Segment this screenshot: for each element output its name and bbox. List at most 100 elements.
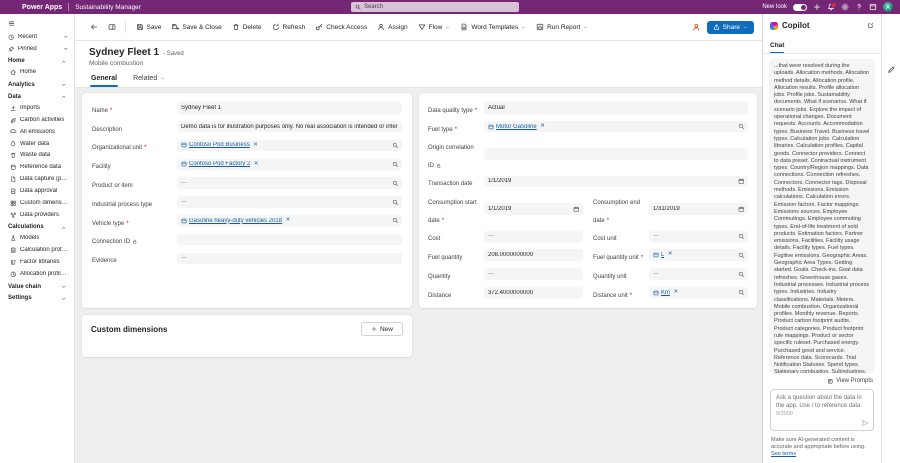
tab-general[interactable]: General: [89, 73, 119, 87]
remove-icon[interactable]: ✕: [668, 252, 673, 258]
sidebar-item-calculation-profiles[interactable]: Calculation profiles: [0, 244, 74, 256]
field-facility[interactable]: Contoso Pod Factory 2✕: [177, 159, 402, 171]
sidebar-item-data-capture-preview[interactable]: Data capture (preview): [0, 173, 74, 185]
field-distance[interactable]: 372.4000000000: [484, 287, 583, 299]
field-industrial-process-type[interactable]: ---: [177, 196, 402, 208]
field-organizational-unit[interactable]: Contoso Pod Business✕: [177, 140, 402, 152]
lookup-pill[interactable]: Motor Gasoline✕: [488, 124, 545, 130]
new-chat-icon[interactable]: [867, 22, 874, 29]
field-quantity[interactable]: ---: [484, 268, 583, 280]
sidebar-item-home[interactable]: Home: [0, 67, 74, 79]
calendar-icon[interactable]: [570, 206, 580, 213]
search-icon[interactable]: [735, 252, 745, 259]
sidebar-item-reference-data[interactable]: Reference data: [0, 161, 74, 173]
nav-toggle-button[interactable]: [0, 17, 74, 31]
lookup-link[interactable]: Km: [661, 290, 670, 296]
lookup-pill[interactable]: L✕: [653, 252, 672, 258]
field-cost[interactable]: ---: [484, 231, 583, 243]
word-templates-button[interactable]: Word Templates: [456, 20, 531, 34]
field-cost-unit[interactable]: ---: [649, 231, 748, 243]
field-fuel-type[interactable]: Motor Gasoline✕: [484, 121, 748, 133]
remove-icon[interactable]: ✕: [253, 143, 258, 149]
refresh-button[interactable]: Refresh: [267, 20, 310, 34]
sidebar-group-data[interactable]: Data: [0, 90, 74, 102]
copilot-rail-icon[interactable]: [887, 66, 895, 74]
sidebar-item-water-data[interactable]: Water data: [0, 138, 74, 150]
remove-icon[interactable]: ✕: [674, 290, 679, 296]
field-transaction-date[interactable]: 1/1/2019: [484, 176, 748, 188]
remove-icon[interactable]: ✕: [540, 124, 545, 130]
search-icon[interactable]: [389, 161, 399, 168]
search-icon[interactable]: [389, 180, 399, 187]
tab-related[interactable]: Related: [131, 73, 167, 87]
back-button[interactable]: [85, 20, 102, 34]
remove-icon[interactable]: ✕: [286, 218, 291, 224]
lookup-link[interactable]: Gasoline heavy-duty vehicles 2018: [189, 218, 282, 224]
check-access-button[interactable]: Check Access: [311, 20, 372, 34]
field-fuel-quantity[interactable]: 208.0000000000: [484, 249, 583, 261]
sidebar-item-custom-dimensions[interactable]: Custom dimensions: [0, 197, 74, 209]
sidebar-item-all-emissions[interactable]: All emissions: [0, 126, 74, 138]
new-custom-dimension-button[interactable]: New: [361, 322, 403, 336]
environment-name[interactable]: Sustainability Manager: [75, 4, 141, 11]
delete-button[interactable]: Delete: [227, 20, 266, 34]
sidebar-group-settings[interactable]: Settings: [0, 292, 74, 304]
assign-button[interactable]: Assign: [373, 20, 413, 34]
field-description[interactable]: Demo data is for illustration purposes o…: [177, 121, 402, 133]
search-icon[interactable]: [389, 199, 399, 206]
field-quantity-unit[interactable]: ---: [649, 268, 748, 280]
lookup-link[interactable]: Motor Gasoline: [496, 124, 537, 130]
field-connection-id[interactable]: [177, 234, 402, 246]
save-close-button[interactable]: Save & Close: [167, 20, 226, 34]
lookup-link[interactable]: Contoso Pod Business: [189, 142, 250, 148]
sidebar-item-allocation-profiles-p[interactable]: Allocation profiles (p...: [0, 268, 74, 280]
search-icon[interactable]: [389, 217, 399, 224]
global-search-box[interactable]: Search: [351, 2, 519, 12]
new-look-toggle[interactable]: [793, 4, 807, 11]
calendar-icon[interactable]: [735, 206, 745, 213]
see-terms-link[interactable]: See terms: [771, 451, 796, 457]
sidebar-group-home[interactable]: Home: [0, 55, 74, 67]
search-icon[interactable]: [735, 233, 745, 240]
copilot-message-area[interactable]: ...that were resolved during the uploads…: [763, 54, 881, 375]
calendar-icon[interactable]: [735, 178, 745, 185]
sidebar-item-carbon-activities[interactable]: Carbon activities: [0, 114, 74, 126]
sidebar-item-waste-data[interactable]: Waste data: [0, 149, 74, 161]
sidebar-item-pinned[interactable]: Pinned: [0, 43, 74, 55]
field-consumption-end-date[interactable]: 1/31/2019: [649, 203, 748, 215]
sidebar-item-factor-libraries[interactable]: Factor libraries: [0, 256, 74, 268]
settings-gear-icon[interactable]: [841, 3, 849, 11]
search-icon[interactable]: [735, 123, 745, 130]
field-product-or-item[interactable]: ---: [177, 177, 402, 189]
lookup-link[interactable]: L: [661, 252, 664, 258]
field-fuel-quantity-unit[interactable]: L✕: [649, 249, 748, 261]
side-pane-button[interactable]: [103, 20, 120, 34]
lookup-pill[interactable]: Contoso Pod Business✕: [181, 142, 258, 148]
lookup-pill[interactable]: Km ✕: [653, 290, 678, 296]
save-button[interactable]: Save: [131, 20, 166, 34]
user-avatar[interactable]: [883, 2, 893, 12]
sidebar-item-data-approval[interactable]: Data approval: [0, 185, 74, 197]
field-consumption-start-date[interactable]: 1/1/2019: [484, 203, 583, 215]
field-data-quality-type[interactable]: Actual: [484, 102, 748, 114]
remove-icon[interactable]: ✕: [254, 162, 259, 168]
help-icon[interactable]: [855, 3, 863, 11]
tab-chat[interactable]: Chat: [770, 42, 784, 53]
add-icon[interactable]: [813, 3, 821, 11]
apps-icon[interactable]: [869, 3, 877, 11]
presence-icon[interactable]: [692, 23, 701, 32]
sidebar-item-data-providers[interactable]: Data providers: [0, 209, 74, 221]
search-icon[interactable]: [735, 289, 745, 296]
field-name[interactable]: Sydney Fleet 1: [177, 102, 402, 114]
send-icon[interactable]: [861, 419, 869, 427]
sidebar-item-imports[interactable]: Imports: [0, 102, 74, 114]
search-icon[interactable]: [389, 142, 399, 149]
field-origin-correlation-id[interactable]: [484, 148, 748, 160]
share-button[interactable]: Share: [707, 21, 754, 34]
field-vehicle-type[interactable]: Gasoline heavy-duty vehicles 2018 ✕: [177, 215, 402, 227]
sidebar-group-calculations[interactable]: Calculations: [0, 221, 74, 233]
sidebar-item-recent[interactable]: Recent: [0, 31, 74, 43]
flow-button[interactable]: Flow: [413, 20, 455, 34]
app-name[interactable]: Power Apps: [22, 4, 62, 11]
view-prompts-button[interactable]: View Prompts: [763, 375, 881, 388]
